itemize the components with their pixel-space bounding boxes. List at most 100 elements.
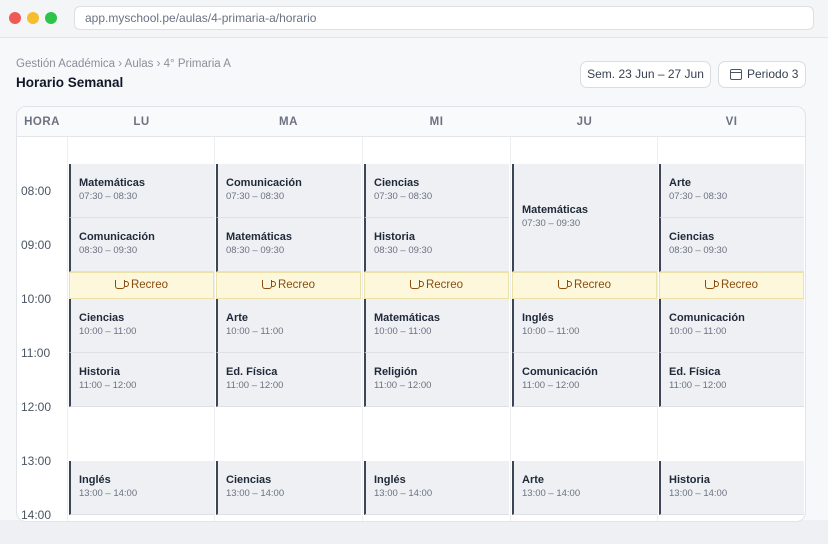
class-subject: Historia — [669, 474, 710, 486]
class-time: 08:30 – 09:30 — [226, 245, 285, 256]
class-block[interactable]: Ed. Física 11:00 – 12:00 — [659, 353, 804, 407]
hour-column-header: HORA — [24, 116, 60, 128]
week-selector-button[interactable]: Sem. 23 Jun – 27 Jun — [580, 61, 711, 88]
class-block[interactable]: Ciencias 10:00 – 11:00 — [69, 299, 214, 353]
period-label: Periodo 3 — [747, 67, 799, 81]
break-block: Recreo — [512, 272, 657, 299]
class-subject: Comunicación — [522, 366, 598, 378]
class-time: 07:30 – 08:30 — [226, 191, 285, 202]
class-time: 11:00 – 12:00 — [669, 380, 727, 391]
time-label: 09:00 — [21, 238, 52, 252]
class-block[interactable]: Matemáticas 07:30 – 08:30 — [69, 164, 214, 218]
class-block[interactable]: Ciencias 08:30 – 09:30 — [659, 218, 804, 272]
class-time: 11:00 – 12:00 — [522, 380, 580, 391]
coffee-cup-icon — [557, 280, 572, 289]
class-time: 13:00 – 14:00 — [226, 488, 285, 499]
class-subject: Ciencias — [669, 231, 715, 243]
class-block[interactable]: Comunicación 10:00 – 11:00 — [659, 299, 804, 353]
time-label: 14:00 — [21, 508, 52, 522]
break-block: Recreo — [364, 272, 509, 299]
class-subject: Inglés — [79, 474, 111, 486]
column-divider — [214, 137, 215, 521]
coffee-cup-icon — [704, 280, 719, 289]
class-time: 10:00 – 11:00 — [226, 326, 284, 337]
class-subject: Comunicación — [226, 177, 302, 189]
time-label: 12:00 — [21, 400, 52, 414]
break-block: Recreo — [69, 272, 214, 299]
class-time: 13:00 – 14:00 — [79, 488, 138, 499]
break-label: Recreo — [277, 279, 316, 291]
address-bar[interactable]: app.myschool.pe/aulas/4-primaria-a/horar… — [74, 6, 814, 30]
class-time: 13:00 – 14:00 — [374, 488, 433, 499]
class-block[interactable]: Matemáticas 08:30 – 09:30 — [216, 218, 361, 272]
close-window-button[interactable] — [9, 12, 21, 24]
class-subject: Matemáticas — [374, 312, 441, 324]
class-block[interactable]: Matemáticas 10:00 – 11:00 — [364, 299, 509, 353]
class-subject: Matemáticas — [226, 231, 293, 243]
class-time: 07:30 – 08:30 — [79, 191, 138, 202]
class-block[interactable]: Ciencias 07:30 – 08:30 — [364, 164, 509, 218]
class-time: 07:30 – 08:30 — [669, 191, 728, 202]
column-divider — [657, 137, 658, 521]
maximize-window-button[interactable] — [45, 12, 57, 24]
class-block[interactable]: Arte 10:00 – 11:00 — [216, 299, 361, 353]
class-block[interactable]: Inglés 10:00 – 11:00 — [512, 299, 657, 353]
column-divider — [67, 137, 68, 521]
column-divider — [510, 137, 511, 521]
class-block[interactable]: Inglés 13:00 – 14:00 — [69, 461, 214, 515]
breadcrumb: Gestión Académica › Aulas › 4° Primaria … — [16, 58, 231, 70]
period-selector-button[interactable]: Periodo 3 — [718, 61, 806, 88]
class-subject: Comunicación — [79, 231, 155, 243]
class-subject: Arte — [226, 312, 249, 324]
class-subject: Ed. Física — [226, 366, 278, 378]
column-divider — [362, 137, 363, 521]
class-block[interactable]: Religión 11:00 – 12:00 — [364, 353, 509, 407]
class-subject: Religión — [374, 366, 418, 378]
class-time: 11:00 – 12:00 — [79, 380, 137, 391]
class-time: 13:00 – 14:00 — [522, 488, 581, 499]
time-label: 10:00 — [21, 292, 52, 306]
class-time: 10:00 – 11:00 — [669, 326, 727, 337]
class-subject: Historia — [79, 366, 120, 378]
minimize-window-button[interactable] — [27, 12, 39, 24]
class-subject: Matemáticas — [79, 177, 146, 189]
schedule-grid: HORA LU MA MI JU VI 08:00 09:00 10:00 11:00 12:0… — [16, 106, 806, 522]
class-block[interactable]: Inglés 13:00 – 14:00 — [364, 461, 509, 515]
class-subject: Historia — [374, 231, 415, 243]
class-block[interactable]: Arte 13:00 – 14:00 — [512, 461, 657, 515]
class-block[interactable]: Comunicación 08:30 – 09:30 — [69, 218, 214, 272]
class-block[interactable]: Historia 13:00 – 14:00 — [659, 461, 804, 515]
class-subject: Arte — [669, 177, 692, 189]
break-label: Recreo — [720, 279, 759, 291]
day-header-mi: MI — [429, 116, 444, 128]
class-subject: Ciencias — [374, 177, 420, 189]
class-subject: Comunicación — [669, 312, 745, 324]
class-time: 07:30 – 09:30 — [522, 218, 581, 229]
class-time: 10:00 – 11:00 — [374, 326, 432, 337]
class-block[interactable]: Ed. Física 11:00 – 12:00 — [216, 353, 361, 407]
class-block[interactable]: Ciencias 13:00 – 14:00 — [216, 461, 361, 515]
class-subject: Inglés — [522, 312, 554, 324]
class-block[interactable]: Historia 08:30 – 09:30 — [364, 218, 509, 272]
class-time: 08:30 – 09:30 — [669, 245, 728, 256]
coffee-cup-icon — [114, 280, 129, 289]
break-block: Recreo — [659, 272, 804, 299]
class-time: 11:00 – 12:00 — [226, 380, 284, 391]
class-subject: Ciencias — [226, 474, 272, 486]
class-block[interactable]: Historia 11:00 – 12:00 — [69, 353, 214, 407]
coffee-cup-icon — [261, 280, 276, 289]
class-block[interactable]: Comunicación 07:30 – 08:30 — [216, 164, 361, 218]
class-time: 10:00 – 11:00 — [522, 326, 580, 337]
class-subject: Matemáticas — [522, 204, 589, 216]
day-header-ju: JU — [576, 116, 593, 128]
class-block[interactable]: Arte 07:30 – 08:30 — [659, 164, 804, 218]
class-time: 08:30 – 09:30 — [79, 245, 138, 256]
break-block: Recreo — [216, 272, 361, 299]
class-time: 07:30 – 08:30 — [374, 191, 433, 202]
class-block[interactable]: Matemáticas 07:30 – 09:30 — [512, 164, 657, 272]
time-label: 08:00 — [21, 184, 52, 198]
calendar-icon — [730, 69, 742, 80]
break-label: Recreo — [425, 279, 464, 291]
class-block[interactable]: Comunicación 11:00 – 12:00 — [512, 353, 657, 407]
class-subject: Arte — [522, 474, 545, 486]
